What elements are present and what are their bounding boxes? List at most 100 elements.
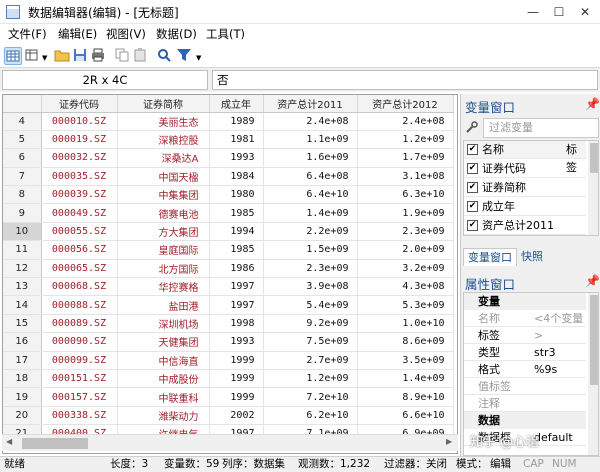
search-icon[interactable]: [156, 47, 174, 65]
security-code-cell[interactable]: 000099.SZ: [41, 351, 118, 370]
founding-year-cell[interactable]: 1999: [209, 369, 264, 389]
print-icon[interactable]: [90, 47, 108, 65]
minimize-icon[interactable]: —: [522, 3, 544, 21]
variable-list-item[interactable]: ✔ 证券代码: [464, 160, 586, 178]
founding-year-cell[interactable]: 1986: [209, 259, 264, 279]
assets-2012-cell[interactable]: 4.3e+08: [357, 277, 454, 297]
security-code-cell[interactable]: 000088.SZ: [41, 295, 118, 315]
tab-snapshots[interactable]: 快照: [517, 248, 547, 266]
row-number[interactable]: 5: [3, 130, 42, 150]
table-row[interactable]: 16 000090.SZ 天健集团 1993 7.5e+09 8.6e+09: [3, 332, 454, 352]
security-code-cell[interactable]: 000068.SZ: [41, 277, 118, 297]
table-row[interactable]: 18 000151.SZ 中成股份 1999 1.2e+09 1.4e+09: [3, 369, 454, 389]
assets-2011-cell[interactable]: 1.2e+09: [263, 369, 358, 389]
assets-2012-cell[interactable]: 1.2e+09: [357, 130, 454, 150]
row-number[interactable]: 12: [3, 259, 42, 279]
security-code-cell[interactable]: 000157.SZ: [41, 387, 118, 407]
founding-year-cell[interactable]: 1997: [209, 277, 264, 297]
security-name-cell[interactable]: 天健集团: [117, 332, 210, 352]
tab-variables-window[interactable]: 变量窗口: [463, 248, 517, 266]
properties-scrollbar[interactable]: [588, 293, 598, 455]
assets-2011-cell[interactable]: 2.2e+09: [263, 222, 358, 242]
column-header[interactable]: 资产总计2012: [357, 95, 454, 113]
table-row[interactable]: 5 000019.SZ 深粮控股 1981 1.1e+09 1.2e+09: [3, 130, 454, 150]
assets-2012-cell[interactable]: 2.3e+09: [357, 222, 454, 242]
chevron-down-icon[interactable]: ▼: [42, 54, 47, 62]
security-name-cell[interactable]: 深圳机场: [117, 314, 210, 334]
row-number[interactable]: 15: [3, 314, 42, 334]
variables-section[interactable]: 变量: [464, 293, 586, 310]
founding-year-cell[interactable]: 1997: [209, 295, 264, 315]
security-name-cell[interactable]: 深桑达A: [117, 148, 210, 168]
menu-view[interactable]: 视图(V): [106, 26, 146, 42]
row-number[interactable]: 8: [3, 185, 42, 205]
variable-checkbox[interactable]: ✔: [467, 163, 478, 174]
menu-tools[interactable]: 工具(T): [206, 26, 245, 42]
variable-list-scrollbar[interactable]: [588, 141, 598, 235]
security-name-cell[interactable]: 华控赛格: [117, 277, 210, 297]
row-number[interactable]: 20: [3, 406, 42, 426]
menu-data[interactable]: 数据(D): [156, 26, 197, 42]
row-number[interactable]: 9: [3, 203, 42, 223]
property-row[interactable]: 注释: [464, 395, 586, 412]
assets-2012-cell[interactable]: 1.9e+09: [357, 203, 454, 223]
scroll-right-icon[interactable]: ▶: [446, 437, 452, 446]
row-number-header[interactable]: [3, 95, 42, 113]
table-row[interactable]: 7 000035.SZ 中国天楹 1984 6.4e+08 3.1e+08: [3, 167, 454, 187]
founding-year-cell[interactable]: 1989: [209, 112, 264, 131]
assets-2011-cell[interactable]: 1.6e+09: [263, 148, 358, 168]
assets-2012-cell[interactable]: 3.1e+08: [357, 167, 454, 187]
assets-2012-cell[interactable]: 3.2e+09: [357, 259, 454, 279]
assets-2011-cell[interactable]: 2.4e+08: [263, 112, 358, 131]
assets-2011-cell[interactable]: 2.3e+09: [263, 259, 358, 279]
table-row[interactable]: 6 000032.SZ 深桑达A 1993 1.6e+09 1.7e+09: [3, 148, 454, 168]
security-code-cell[interactable]: 000035.SZ: [41, 167, 118, 187]
cell-value-field[interactable]: 否: [212, 70, 598, 90]
security-name-cell[interactable]: 德赛电池: [117, 203, 210, 223]
assets-2012-cell[interactable]: 2.4e+08: [357, 112, 454, 131]
filter-chevron-down-icon[interactable]: ▼: [196, 54, 201, 62]
cell-reference[interactable]: 2R x 4C: [2, 70, 208, 90]
security-code-cell[interactable]: 000090.SZ: [41, 332, 118, 352]
maximize-icon[interactable]: ☐: [548, 3, 570, 21]
founding-year-cell[interactable]: 1999: [209, 387, 264, 407]
property-row[interactable]: 格式 %9s: [464, 361, 586, 378]
save-icon[interactable]: [72, 47, 90, 65]
assets-2012-cell[interactable]: 3.5e+09: [357, 351, 454, 370]
assets-2011-cell[interactable]: 7.5e+09: [263, 332, 358, 352]
table-row[interactable]: 15 000089.SZ 深圳机场 1998 9.2e+09 1.0e+10: [3, 314, 454, 334]
security-name-cell[interactable]: 中成股份: [117, 369, 210, 389]
security-code-cell[interactable]: 000010.SZ: [41, 112, 118, 131]
security-code-cell[interactable]: 000019.SZ: [41, 130, 118, 150]
table-row[interactable]: 8 000039.SZ 中集集团 1980 6.4e+10 6.3e+10: [3, 185, 454, 205]
table-row[interactable]: 9 000049.SZ 德赛电池 1985 1.4e+09 1.9e+09: [3, 203, 454, 223]
copy-icon[interactable]: [114, 47, 132, 65]
assets-2011-cell[interactable]: 9.2e+09: [263, 314, 358, 334]
variable-list-item[interactable]: ✔ 成立年: [464, 198, 586, 216]
variable-checkbox[interactable]: ✔: [467, 182, 478, 193]
table-row[interactable]: 13 000068.SZ 华控赛格 1997 3.9e+08 4.3e+08: [3, 277, 454, 297]
column-header[interactable]: 证券简称: [117, 95, 210, 113]
scroll-left-icon[interactable]: ◀: [6, 437, 12, 446]
founding-year-cell[interactable]: 1980: [209, 185, 264, 205]
row-number[interactable]: 16: [3, 332, 42, 352]
security-code-cell[interactable]: 000089.SZ: [41, 314, 118, 334]
row-number[interactable]: 18: [3, 369, 42, 389]
security-code-cell[interactable]: 000049.SZ: [41, 203, 118, 223]
assets-2011-cell[interactable]: 3.9e+08: [263, 277, 358, 297]
security-code-cell[interactable]: 000056.SZ: [41, 240, 118, 260]
security-code-cell[interactable]: 000032.SZ: [41, 148, 118, 168]
founding-year-cell[interactable]: 2002: [209, 406, 264, 426]
table-row[interactable]: 12 000065.SZ 北方国际 1986 2.3e+09 3.2e+09: [3, 259, 454, 279]
founding-year-cell[interactable]: 1984: [209, 167, 264, 187]
row-number[interactable]: 14: [3, 295, 42, 315]
security-name-cell[interactable]: 美丽生态: [117, 112, 210, 131]
security-code-cell[interactable]: 000338.SZ: [41, 406, 118, 426]
row-number[interactable]: 13: [3, 277, 42, 297]
table-row[interactable]: 17 000099.SZ 中信海直 1999 2.7e+09 3.5e+09: [3, 351, 454, 370]
column-header[interactable]: 成立年: [209, 95, 264, 113]
variable-checkbox[interactable]: ✔: [467, 201, 478, 212]
row-number[interactable]: 17: [3, 351, 42, 370]
property-row[interactable]: 名称 <4个变量>: [464, 310, 586, 342]
row-number[interactable]: 4: [3, 112, 42, 131]
